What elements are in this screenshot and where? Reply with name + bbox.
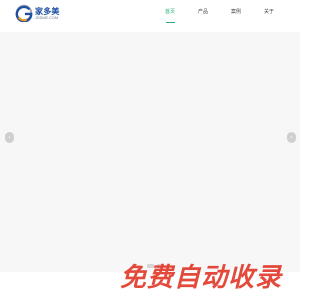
nav-item-label: 产品	[198, 9, 209, 15]
main-nav: 首页 产品 案例 关于	[0, 9, 300, 27]
hero-carousel: ‹ ›	[0, 32, 300, 272]
carousel-prev-button[interactable]: ‹	[5, 132, 14, 143]
nav-item-label: 关于	[264, 9, 275, 15]
site-header: 家多美 JDDME.COM 首页 产品 案例 关于	[0, 0, 300, 32]
nav-item-cases[interactable]: 案例	[231, 9, 241, 24]
nav-item-home[interactable]: 首页	[165, 9, 175, 24]
nav-item-label: 案例	[231, 9, 242, 15]
carousel-next-button[interactable]: ›	[287, 132, 296, 143]
nav-item-about[interactable]: 关于	[264, 9, 274, 24]
watermark-text: 免费自动收录	[120, 263, 283, 293]
nav-item-label: 首页	[165, 9, 176, 15]
nav-active-underline	[165, 22, 175, 23]
chevron-right-icon: ›	[290, 133, 293, 141]
chevron-left-icon: ‹	[8, 133, 11, 141]
nav-item-products[interactable]: 产品	[198, 9, 208, 24]
